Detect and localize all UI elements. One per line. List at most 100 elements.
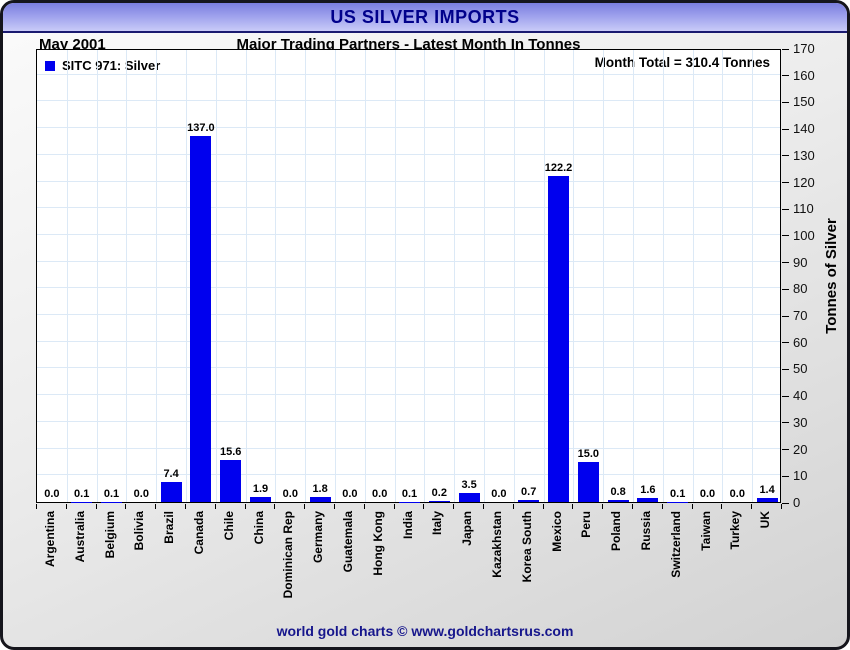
x-axis-tick	[274, 504, 276, 509]
bar-germany	[309, 497, 331, 502]
vertical-gridline	[394, 50, 396, 502]
horizontal-gridline	[37, 394, 780, 396]
x-axis-category-label: Turkey	[728, 511, 743, 550]
bar-value-label: 1.9	[252, 482, 269, 495]
y-axis-tick-label: 120	[793, 174, 815, 190]
x-axis-tick	[751, 504, 753, 509]
x-axis-tick	[572, 504, 574, 509]
bar-value-label: 0.0	[342, 488, 358, 500]
x-axis-category-label: Hong Kong	[370, 511, 385, 576]
vertical-gridline	[454, 50, 456, 502]
y-axis-tick-label: 150	[793, 94, 815, 110]
horizontal-gridline	[37, 447, 780, 449]
vertical-gridline	[96, 50, 98, 502]
horizontal-gridline	[37, 207, 780, 209]
bar-value-label: 7.4	[163, 468, 179, 481]
y-axis-tick-label: 70	[793, 308, 808, 324]
bar-value-label: 0.0	[491, 488, 507, 500]
bar-poland	[607, 499, 629, 502]
vertical-gridline	[66, 50, 68, 502]
x-axis-tick	[602, 504, 604, 509]
y-axis-tick-label: 10	[793, 468, 808, 484]
vertical-gridline	[513, 50, 515, 502]
footer-credit: world gold charts © www.goldchartsrus.co…	[276, 623, 574, 639]
vertical-gridline	[215, 50, 217, 502]
y-axis-tick-label: 30	[793, 414, 808, 430]
horizontal-gridline	[37, 314, 780, 316]
vertical-gridline	[364, 50, 366, 502]
bar-value-label: 0.1	[103, 487, 120, 500]
bar-canada	[190, 136, 212, 502]
vertical-gridline	[424, 50, 426, 502]
x-axis-tick	[512, 504, 514, 509]
y-axis-tick	[782, 288, 789, 290]
y-axis-tick	[782, 315, 789, 317]
x-axis-tick	[542, 504, 544, 509]
bar-value-label: 1.6	[640, 483, 656, 496]
bar-uk	[756, 498, 778, 502]
x-axis-category-label: Kazakhstan	[489, 511, 504, 578]
x-axis-category-label: Mexico	[549, 511, 564, 552]
title-bar: US SILVER IMPORTS	[3, 3, 847, 33]
plot-area: SITC 971: Silver Month Total = 310.4 Ton…	[36, 49, 781, 503]
bar-italy	[428, 501, 450, 502]
x-axis-tick	[721, 504, 723, 509]
x-axis-category-label: Switzerland	[668, 511, 683, 578]
x-axis-category-label: India	[400, 511, 415, 540]
vertical-gridline	[692, 50, 694, 502]
y-axis-tick	[782, 101, 789, 103]
bar-mexico	[548, 175, 569, 502]
x-axis-tick	[214, 504, 216, 509]
y-axis-tick	[782, 75, 789, 77]
y-axis-tick-label: 170	[793, 41, 815, 56]
bar-value-label: 15.6	[219, 446, 242, 459]
bar-chile	[220, 460, 242, 502]
y-axis-tick	[782, 449, 789, 451]
bar-value-label: 0.1	[670, 487, 686, 500]
x-axis-category-label: Dominican Rep	[281, 511, 296, 599]
y-axis-tick-label: 80	[793, 281, 808, 297]
vertical-gridline	[603, 50, 605, 502]
x-axis-tick	[36, 504, 37, 509]
y-axis-tick	[782, 235, 789, 237]
x-axis-tick	[304, 504, 306, 509]
bar-value-label: 1.4	[759, 484, 775, 497]
x-axis-category-label: Canada	[191, 511, 206, 555]
y-axis-tick-label: 140	[793, 121, 815, 137]
vertical-gridline	[484, 50, 485, 502]
vertical-gridline	[126, 50, 128, 502]
x-axis-category-label: Italy	[430, 511, 445, 536]
x-axis-category-label: Taiwan	[698, 511, 713, 551]
vertical-gridline	[275, 50, 277, 502]
x-axis-category-label: China	[251, 511, 266, 545]
bar-value-label: 0.8	[610, 485, 626, 498]
x-axis-tick	[334, 504, 335, 509]
bar-value-label: 0.7	[521, 486, 537, 499]
x-axis-category-label: Korea South	[519, 511, 534, 583]
bar-value-label: 1.8	[312, 483, 328, 496]
bar-russia	[637, 497, 659, 502]
horizontal-gridline	[37, 474, 780, 476]
y-axis-tick-label: 160	[793, 67, 815, 83]
chart-title: US SILVER IMPORTS	[330, 6, 520, 27]
vertical-gridline	[186, 50, 187, 502]
chart-frame: US SILVER IMPORTS May 2001 Major Trading…	[0, 0, 850, 650]
horizontal-gridline	[37, 340, 780, 342]
bar-value-label: 0.1	[74, 487, 90, 500]
bar-value-label: 122.2	[544, 161, 573, 174]
y-axis-tick	[782, 502, 789, 504]
legend-label: SITC 971: Silver	[62, 58, 161, 73]
bar-value-label: 0.0	[372, 488, 388, 500]
horizontal-gridline	[37, 153, 780, 155]
y-axis-tick-label: 0	[793, 495, 801, 510]
bar-value-label: 0.0	[44, 488, 60, 500]
x-axis-tick	[185, 504, 186, 509]
y-axis-title: Tonnes of Silver	[823, 218, 840, 334]
y-axis-tick-label: 60	[793, 334, 808, 350]
x-axis-category-label: Argentina	[42, 511, 57, 568]
y-axis-tick-label: 110	[793, 201, 814, 217]
x-axis-tick	[632, 504, 633, 509]
x-axis-tick	[363, 504, 365, 509]
x-axis-tick	[393, 504, 395, 509]
bar-value-label: 0.0	[133, 488, 149, 500]
